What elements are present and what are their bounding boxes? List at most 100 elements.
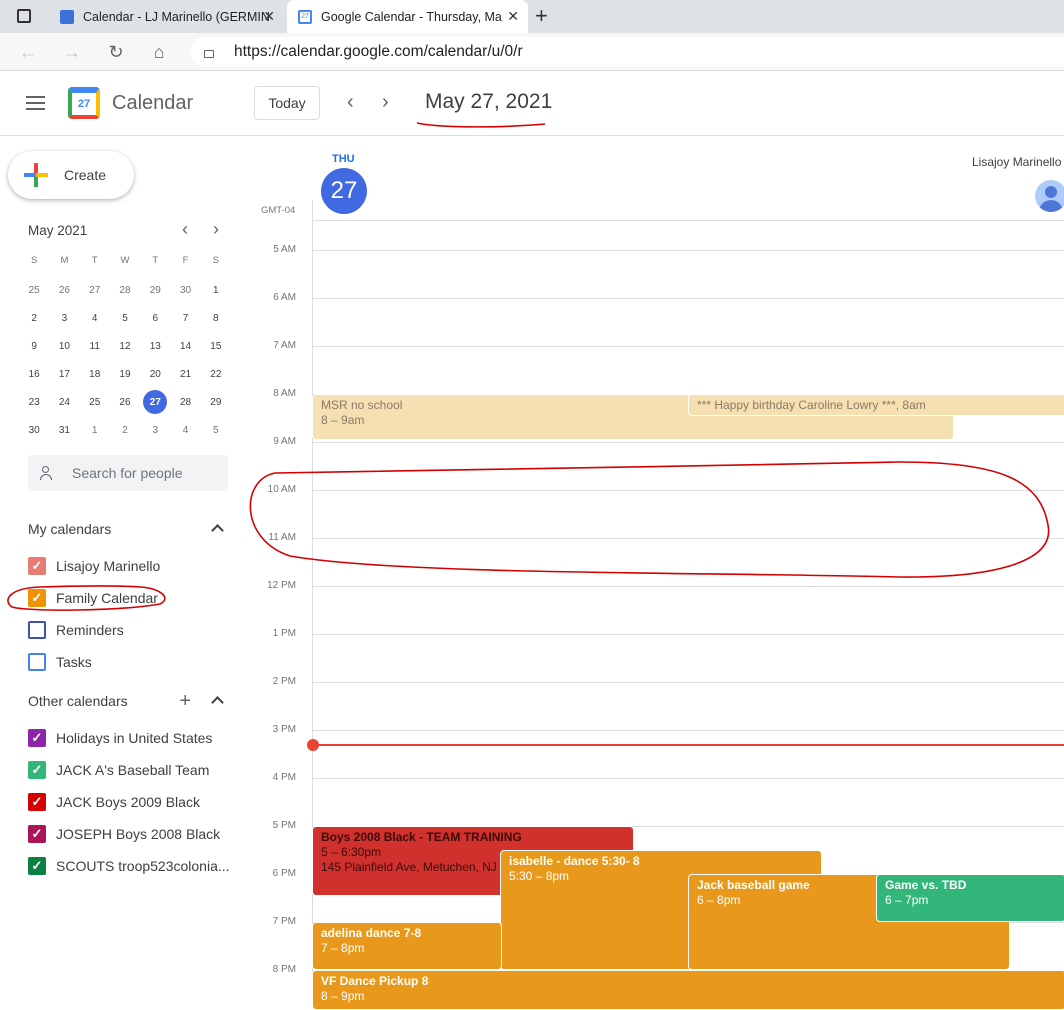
avatar[interactable] xyxy=(1035,180,1064,212)
new-tab-icon[interactable]: + xyxy=(535,3,548,29)
mini-calendar-day[interactable]: 6 xyxy=(140,304,170,332)
tab-title: Google Calendar - Thursday, Ma xyxy=(321,9,502,24)
mini-calendar-day[interactable]: 13 xyxy=(140,332,170,360)
hour-line xyxy=(312,730,1064,731)
calendar-name: Tasks xyxy=(56,654,92,670)
mini-calendar-day[interactable]: 30 xyxy=(19,416,49,444)
browser-tab[interactable]: Calendar - LJ Marinello (GERMIN ✕ xyxy=(48,0,284,33)
my-calendars-title: My calendars xyxy=(28,521,112,537)
mini-calendar-day[interactable]: 1 xyxy=(201,276,231,304)
checkbox-checked-icon[interactable]: ✓ xyxy=(28,825,46,843)
checkbox-checked-icon[interactable]: ✓ xyxy=(28,589,46,607)
mini-calendar-day[interactable]: 8 xyxy=(201,304,231,332)
mini-calendar-day[interactable]: 22 xyxy=(201,360,231,388)
mini-calendar-day[interactable]: 1 xyxy=(80,416,110,444)
mini-calendar-day[interactable]: 11 xyxy=(80,332,110,360)
mini-calendar-day[interactable]: 15 xyxy=(201,332,231,360)
other-calendars-header[interactable]: Other calendars + xyxy=(28,690,228,713)
mini-calendar-day[interactable]: 24 xyxy=(49,388,79,416)
mini-calendar-day[interactable]: 3 xyxy=(49,304,79,332)
calendar-item[interactable]: ✓ SCOUTS troop523colonia... xyxy=(28,855,230,877)
calendar-name: Lisajoy Marinello xyxy=(56,558,161,574)
mini-calendar-day[interactable]: 19 xyxy=(110,360,140,388)
mini-calendar-day[interactable]: 30 xyxy=(170,276,200,304)
collapse-icon[interactable] xyxy=(211,696,224,709)
calendar-event[interactable]: Game vs. TBD 6 – 7pm xyxy=(876,874,1064,922)
home-icon[interactable]: ⌂ xyxy=(147,40,171,64)
mini-calendar-day[interactable]: 29 xyxy=(201,388,231,416)
checkbox-checked-icon[interactable]: ✓ xyxy=(28,793,46,811)
my-calendars-header[interactable]: My calendars xyxy=(28,521,228,541)
mini-calendar-prev-icon[interactable]: ‹ xyxy=(182,219,188,240)
mini-calendar-day[interactable]: 26 xyxy=(110,388,140,416)
mini-calendar-day[interactable]: 2 xyxy=(110,416,140,444)
back-icon[interactable]: ← xyxy=(16,40,40,64)
mini-calendar-day[interactable]: 3 xyxy=(140,416,170,444)
mini-calendar-day[interactable]: 27 xyxy=(80,276,110,304)
checkbox-checked-icon[interactable]: ✓ xyxy=(28,857,46,875)
mini-calendar-day[interactable]: 21 xyxy=(170,360,200,388)
url-text: https://calendar.google.com/calendar/u/0… xyxy=(234,43,523,60)
checkbox-checked-icon[interactable]: ✓ xyxy=(28,761,46,779)
calendar-item[interactable]: ✓ Lisajoy Marinello xyxy=(28,555,160,577)
mini-calendar-day[interactable]: 5 xyxy=(110,304,140,332)
checkbox-checked-icon[interactable]: ✓ xyxy=(28,729,46,747)
browser-tab-active[interactable]: 27 Google Calendar - Thursday, Ma ✕ xyxy=(287,0,528,33)
mini-calendar-day[interactable]: 25 xyxy=(80,388,110,416)
mini-calendar-day[interactable]: 27 xyxy=(140,388,170,416)
mini-calendar-day[interactable]: 23 xyxy=(19,388,49,416)
mini-calendar-day[interactable]: 4 xyxy=(80,304,110,332)
mini-calendar-day[interactable]: 20 xyxy=(140,360,170,388)
create-button[interactable]: Create xyxy=(8,151,134,199)
checkbox-checked-icon[interactable]: ✓ xyxy=(28,557,46,575)
next-day-icon[interactable]: › xyxy=(382,91,389,114)
calendar-item[interactable]: ✓ Family Calendar xyxy=(28,587,158,609)
add-calendar-icon[interactable]: + xyxy=(179,690,191,713)
mini-calendar-day[interactable]: 10 xyxy=(49,332,79,360)
mini-calendar-day[interactable]: 2 xyxy=(19,304,49,332)
calendar-item[interactable]: ✓ JACK Boys 2009 Black xyxy=(28,791,200,813)
mini-calendar-day[interactable]: 28 xyxy=(110,276,140,304)
calendar-logo-icon: 27 xyxy=(68,87,100,119)
mini-calendar-day[interactable]: 25 xyxy=(19,276,49,304)
calendar-item[interactable]: ✓ Holidays in United States xyxy=(28,727,212,749)
mini-calendar-day[interactable]: 17 xyxy=(49,360,79,388)
mini-calendar-day[interactable]: 4 xyxy=(170,416,200,444)
mini-calendar-day[interactable]: 5 xyxy=(201,416,231,444)
mini-calendar-day[interactable]: 28 xyxy=(170,388,200,416)
calendar-event[interactable]: adelina dance 7-8 7 – 8pm xyxy=(312,922,502,970)
app-title[interactable]: Calendar xyxy=(112,92,193,115)
close-tab-icon[interactable]: ✕ xyxy=(263,8,275,24)
main-menu-icon[interactable] xyxy=(26,96,45,110)
mini-calendar-day[interactable]: 26 xyxy=(49,276,79,304)
mini-calendar-day[interactable]: 14 xyxy=(170,332,200,360)
previous-day-icon[interactable]: ‹ xyxy=(347,91,354,114)
mini-calendar-day[interactable]: 31 xyxy=(49,416,79,444)
mini-calendar-day[interactable]: 9 xyxy=(19,332,49,360)
checkbox-unchecked-icon[interactable] xyxy=(28,653,46,671)
tab-actions-icon[interactable] xyxy=(17,9,31,23)
event-title: isabelle - dance 5:30- 8 xyxy=(509,854,640,868)
mini-calendar-day[interactable]: 29 xyxy=(140,276,170,304)
forward-icon[interactable]: → xyxy=(60,40,84,64)
calendar-item[interactable]: Tasks xyxy=(28,651,92,673)
address-bar[interactable]: https://calendar.google.com/calendar/u/0… xyxy=(190,37,1064,67)
calendar-event[interactable]: VF Dance Pickup 88 – 9pm xyxy=(312,970,1064,1010)
close-tab-icon[interactable]: ✕ xyxy=(507,8,519,24)
mini-calendar-day[interactable]: 16 xyxy=(19,360,49,388)
calendar-item[interactable]: Reminders xyxy=(28,619,124,641)
search-people-field[interactable]: Search for people xyxy=(28,455,228,491)
mini-calendar-day[interactable]: 12 xyxy=(110,332,140,360)
mini-calendar-day[interactable]: 18 xyxy=(80,360,110,388)
calendar-event[interactable]: *** Happy birthday Caroline Lowry ***, 8… xyxy=(688,394,1064,416)
reload-icon[interactable]: ↻ xyxy=(104,40,128,64)
collapse-icon[interactable] xyxy=(211,524,224,537)
day-number[interactable]: 27 xyxy=(321,168,367,214)
person-name: Lisajoy Marinello xyxy=(972,155,1062,169)
calendar-item[interactable]: ✓ JOSEPH Boys 2008 Black xyxy=(28,823,220,845)
mini-calendar-day[interactable]: 7 xyxy=(170,304,200,332)
checkbox-unchecked-icon[interactable] xyxy=(28,621,46,639)
today-button[interactable]: Today xyxy=(254,86,320,120)
mini-calendar-next-icon[interactable]: › xyxy=(213,219,219,240)
calendar-item[interactable]: ✓ JACK A's Baseball Team xyxy=(28,759,209,781)
